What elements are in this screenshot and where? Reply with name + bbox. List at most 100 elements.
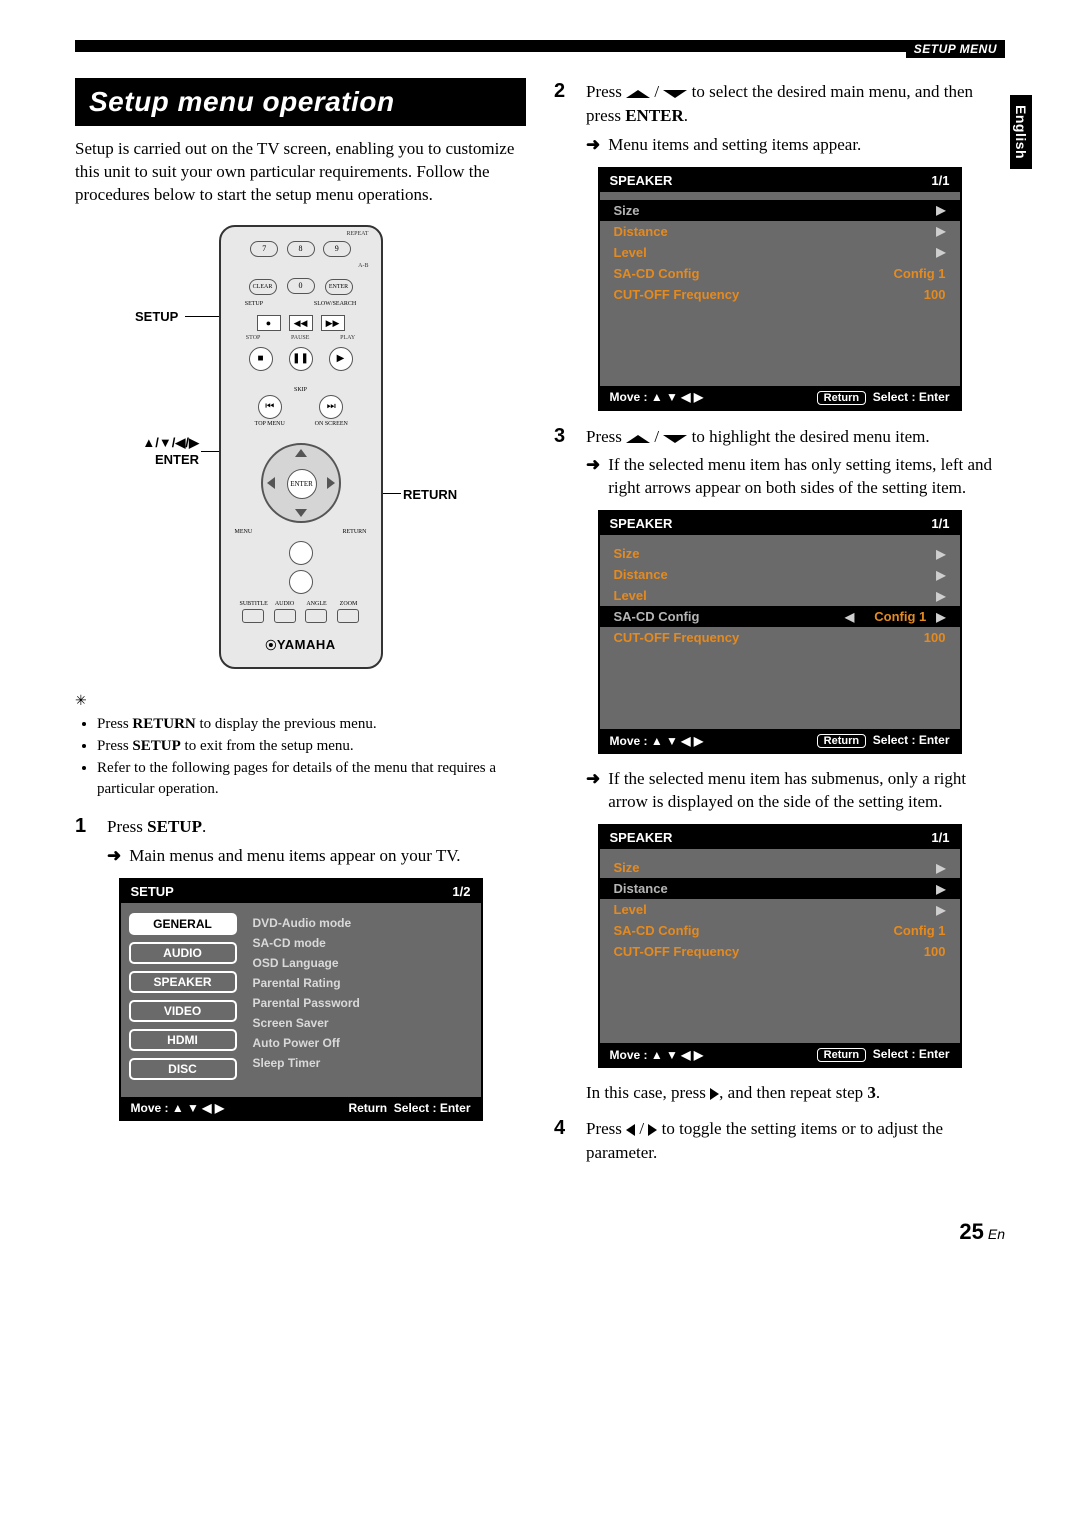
- osd1-size: Size: [614, 203, 927, 218]
- up-icon: [626, 90, 650, 98]
- colorbtn-4: [337, 609, 359, 623]
- callout-enter: ENTER: [155, 452, 199, 467]
- step1-body: Press SETUP.: [107, 815, 206, 839]
- colorbtn-3: [305, 609, 327, 623]
- tab-hdmi: HDMI: [129, 1029, 237, 1051]
- remote-btn-9: 9: [323, 241, 351, 257]
- tab-disc: DISC: [129, 1058, 237, 1080]
- header-setup-menu: SETUP MENU: [906, 40, 1005, 58]
- osd2-cutoff: CUT-OFF Frequency: [614, 630, 864, 645]
- label-skip: SKIP: [221, 387, 381, 393]
- osd2-return: Return: [817, 734, 866, 748]
- step3-sub1: If the selected menu item has only setti…: [608, 454, 1005, 500]
- step1-num: 1: [75, 815, 95, 839]
- remote-slow-fwd: ▶▶: [321, 315, 345, 331]
- chevron-right-icon: ▶: [936, 568, 945, 582]
- osd1-distance: Distance: [614, 224, 927, 239]
- item-sleep-timer: Sleep Timer: [253, 1053, 473, 1073]
- down-icon: [663, 435, 687, 443]
- osd2-sacd-val: Config 1: [874, 609, 926, 624]
- step3-body: Press / to highlight the desired menu it…: [586, 425, 930, 449]
- language-tab: English: [1010, 95, 1032, 169]
- item-parental-password: Parental Password: [253, 993, 473, 1013]
- osd3-sacd-val: Config 1: [874, 923, 946, 938]
- osd3-distance: Distance: [614, 881, 927, 896]
- remote-menu-btn: [289, 541, 313, 565]
- step3-num: 3: [554, 425, 574, 449]
- label-angle: ANGLE: [304, 601, 330, 607]
- left-icon: [626, 1124, 635, 1136]
- item-screen-saver: Screen Saver: [253, 1013, 473, 1033]
- tab-speaker: SPEAKER: [129, 971, 237, 993]
- item-osd-lang: OSD Language: [253, 953, 473, 973]
- label-menu: MENU: [235, 529, 253, 535]
- tab-general: GENERAL: [129, 913, 237, 935]
- osd1-cutoff: CUT-OFF Frequency: [614, 287, 864, 302]
- osd1-title: SPEAKER: [610, 173, 673, 188]
- osd1-page: 1/1: [931, 173, 949, 188]
- osd1-select: Select : Enter: [873, 390, 950, 404]
- label-zoom: ZOOM: [336, 601, 362, 607]
- intro-paragraph: Setup is carried out on the TV screen, e…: [75, 138, 526, 207]
- label-subtitle: SUBTITLE: [240, 601, 266, 607]
- chevron-right-icon: ▶: [936, 882, 945, 896]
- remote-dpad: ENTER: [261, 443, 341, 523]
- chevron-right-icon: ▶: [936, 861, 945, 875]
- setup-osd: SETUP 1/2 GENERAL AUDIO SPEAKER VIDEO HD…: [119, 878, 483, 1121]
- down-icon: [663, 90, 687, 98]
- sub-arrow-icon: ➜: [586, 768, 600, 814]
- tab-video: VIDEO: [129, 1000, 237, 1022]
- osd2-level: Level: [614, 588, 927, 603]
- step1-sub: Main menus and menu items appear on your…: [129, 845, 460, 868]
- remote-btn-clear: CLEAR: [249, 279, 277, 295]
- osd2-sacd: SA-CD Config: [614, 609, 846, 624]
- step2-num: 2: [554, 80, 574, 128]
- osd2-size: Size: [614, 546, 927, 561]
- chevron-right-icon: ▶: [936, 245, 945, 259]
- tip-2: Press SETUP to exit from the setup menu.: [97, 736, 526, 756]
- osd2-move: Move : ▲ ▼ ◀ ▶: [610, 734, 704, 748]
- setup-osd-page: 1/2: [452, 884, 470, 899]
- osd3-size: Size: [614, 860, 927, 875]
- remote-return-btn: [289, 570, 313, 594]
- chevron-right-icon: ▶: [936, 547, 945, 561]
- remote-stop: ■: [249, 347, 273, 371]
- setup-osd-select: Select : Enter: [394, 1101, 471, 1115]
- item-dvd-audio: DVD-Audio mode: [253, 913, 473, 933]
- item-sacd-mode: SA-CD mode: [253, 933, 473, 953]
- osd1-return: Return: [817, 391, 866, 405]
- remote-skip-prev: ⏮: [258, 395, 282, 419]
- osd1-cutoff-val: 100: [874, 287, 946, 302]
- speaker-osd-2: SPEAKER 1/1 Size▶ Distance▶ Level▶ SA-CD…: [598, 510, 962, 754]
- osd3-select: Select : Enter: [873, 1047, 950, 1061]
- osd2-distance: Distance: [614, 567, 927, 582]
- osd3-title: SPEAKER: [610, 830, 673, 845]
- colorbtn-1: [242, 609, 264, 623]
- label-pause: PAUSE: [291, 335, 309, 341]
- remote-btn-enter-sm: ENTER: [325, 279, 353, 295]
- osd3-cutoff-val: 100: [874, 944, 946, 959]
- sub-arrow-icon: ➜: [586, 134, 600, 157]
- remote-btn-0: 0: [287, 278, 315, 294]
- remote-brand: ⦿YAMAHA: [221, 637, 381, 653]
- tip-3: Refer to the following pages for details…: [97, 758, 526, 799]
- remote-btn-7: 7: [250, 241, 278, 257]
- chevron-right-icon: ▶: [936, 224, 945, 238]
- label-audio: AUDIO: [272, 601, 298, 607]
- chevron-right-icon: ▶: [936, 203, 945, 217]
- step4-body: Press / to toggle the setting items or t…: [586, 1117, 1005, 1165]
- section-title: Setup menu operation: [75, 78, 526, 126]
- step3-sub2: If the selected menu item has submenus, …: [608, 768, 1005, 814]
- item-parental-rating: Parental Rating: [253, 973, 473, 993]
- tip-icon: ✳︎: [75, 693, 526, 710]
- osd3-return: Return: [817, 1048, 866, 1062]
- osd3-move: Move : ▲ ▼ ◀ ▶: [610, 1048, 704, 1062]
- osd2-select: Select : Enter: [873, 733, 950, 747]
- osd1-level: Level: [614, 245, 927, 260]
- chevron-right-icon: ▶: [936, 903, 945, 917]
- remote-play: ▶: [329, 347, 353, 371]
- osd1-sacd-val: Config 1: [874, 266, 946, 281]
- osd3-sacd: SA-CD Config: [614, 923, 864, 938]
- step4-num: 4: [554, 1117, 574, 1165]
- remote-enter-btn: ENTER: [287, 469, 317, 499]
